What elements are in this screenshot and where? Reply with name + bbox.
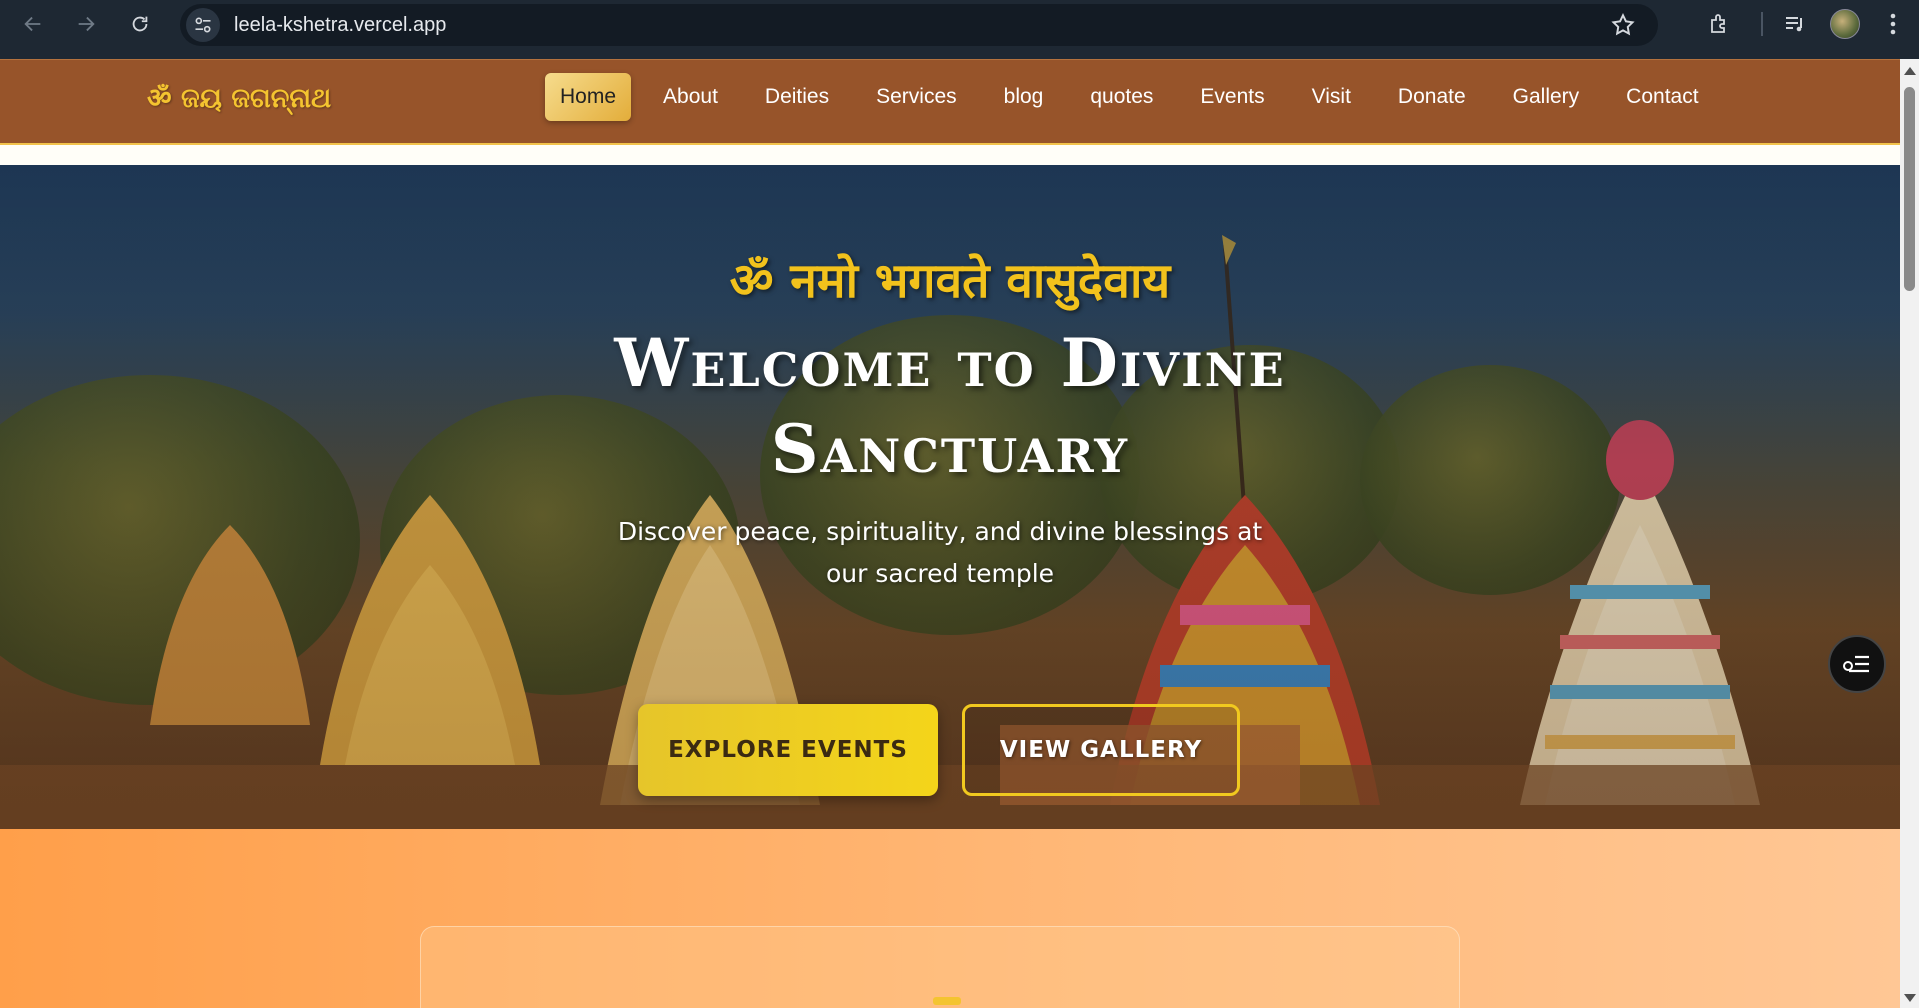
view-gallery-button[interactable]: VIEW GALLERY xyxy=(962,704,1240,796)
reload-button[interactable] xyxy=(120,4,160,44)
list-menu-icon xyxy=(1843,655,1869,673)
hero-subtitle: Discover peace, spirituality, and divine… xyxy=(617,517,1263,588)
reload-icon xyxy=(132,16,148,32)
page-scrollbar[interactable] xyxy=(1900,59,1919,1008)
back-button[interactable] xyxy=(13,4,53,44)
intro-section xyxy=(0,829,1900,1008)
nav-link-donate[interactable]: Donate xyxy=(1383,73,1481,121)
media-controls-button[interactable] xyxy=(1775,4,1815,44)
scrollbar-thumb[interactable] xyxy=(1904,87,1915,291)
nav-link-gallery[interactable]: Gallery xyxy=(1498,73,1595,121)
browser-toolbar: leela-kshetra.vercel.app xyxy=(0,0,1919,59)
hero-section: ॐ नमो भगवते वासुदेवाय Welcome to Divine … xyxy=(0,165,1900,829)
floating-menu-button[interactable] xyxy=(1828,635,1886,693)
nav-link-blog[interactable]: blog xyxy=(989,73,1059,121)
bookmark-star-icon[interactable] xyxy=(1610,12,1636,38)
nav-link-quotes[interactable]: quotes xyxy=(1075,73,1168,121)
url-text[interactable]: leela-kshetra.vercel.app xyxy=(234,14,446,37)
address-bar[interactable]: leela-kshetra.vercel.app xyxy=(180,4,1658,46)
scroll-up-arrow-icon[interactable] xyxy=(1904,67,1916,75)
extensions-button[interactable] xyxy=(1699,4,1739,44)
back-arrow-icon xyxy=(24,16,41,32)
navbar-bottom-strip xyxy=(0,143,1900,165)
nav-link-deities[interactable]: Deities xyxy=(750,73,844,121)
hero-title: Welcome to Divine Sanctuary xyxy=(0,320,1900,492)
hero-mantra: ॐ नमो भगवते वासुदेवाय xyxy=(729,253,1171,309)
extensions-icon xyxy=(1711,14,1725,33)
toolbar-divider xyxy=(1761,12,1763,36)
nav-links: Home About Deities Services blog quotes … xyxy=(545,73,1714,121)
nav-link-events[interactable]: Events xyxy=(1185,73,1279,121)
nav-link-visit[interactable]: Visit xyxy=(1297,73,1366,121)
site-brand-logo[interactable]: ॐ ଜୟ ଜଗନ୍ନାଥ xyxy=(147,78,331,115)
browser-menu-button[interactable] xyxy=(1873,4,1913,44)
hero-title-line2: Sanctuary xyxy=(770,410,1130,488)
hero-title-line1: Welcome to Divine xyxy=(614,324,1286,402)
page-viewport: ॐ ଜୟ ଜଗନ୍ନାଥ Home About Deities Services… xyxy=(0,59,1900,1008)
profile-button[interactable] xyxy=(1825,4,1865,44)
profile-avatar xyxy=(1830,9,1860,39)
intro-card xyxy=(420,926,1460,1008)
nav-link-services[interactable]: Services xyxy=(861,73,972,121)
scroll-down-arrow-icon[interactable] xyxy=(1904,994,1916,1002)
nav-link-about[interactable]: About xyxy=(648,73,733,121)
nav-link-contact[interactable]: Contact xyxy=(1611,73,1713,121)
media-controls-icon xyxy=(1786,17,1802,32)
forward-arrow-icon xyxy=(78,16,95,32)
forward-button[interactable] xyxy=(66,4,106,44)
site-info-icon xyxy=(195,17,211,33)
nav-link-home[interactable]: Home xyxy=(545,73,632,121)
card-ornament xyxy=(933,997,961,1005)
site-navbar: ॐ ଜୟ ଜଗନ୍ନାଥ Home About Deities Services… xyxy=(0,59,1900,143)
explore-events-button[interactable]: EXPLORE EVENTS xyxy=(638,704,938,796)
site-info-button[interactable] xyxy=(186,8,220,42)
menu-kebab-icon xyxy=(1890,13,1896,35)
